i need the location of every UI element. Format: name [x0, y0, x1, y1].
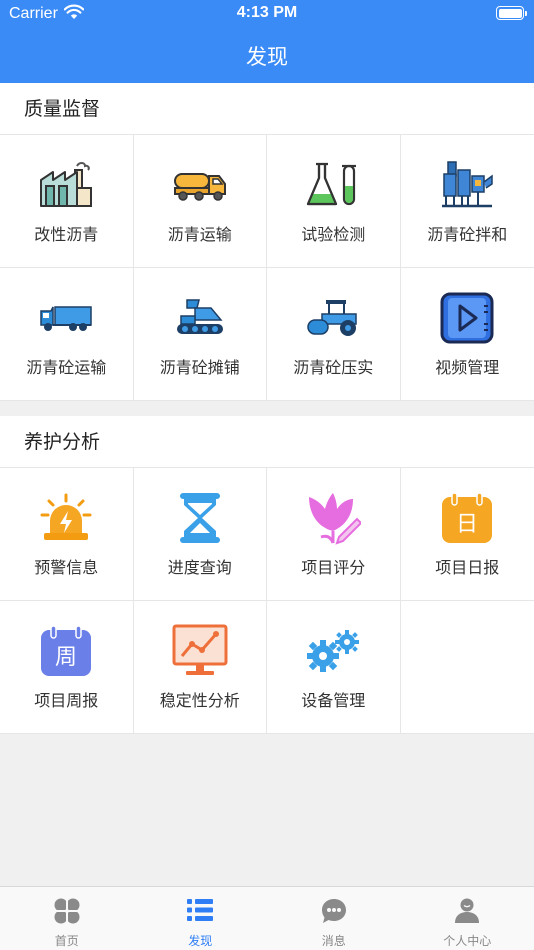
grid-item-label: 沥青砼摊铺 — [159, 358, 240, 377]
grid-item-progress-query[interactable]: 进度查询 — [133, 468, 267, 601]
grid-item-label: 项目周报 — [34, 691, 99, 710]
section-title: 养护分析 — [0, 416, 534, 468]
video-play-icon — [401, 290, 534, 346]
grid-item-project-daily[interactable]: 日 项目日报 — [400, 468, 534, 601]
mixing-plant-icon — [401, 157, 534, 213]
status-bar: Carrier 4:13 PM — [0, 0, 534, 28]
tab-label: 发现 — [188, 934, 213, 948]
tab-label: 消息 — [321, 934, 346, 948]
grid-item-project-weekly[interactable]: 周 项目周报 — [0, 601, 134, 734]
tab-bar: 首页 发现 消息 个人中心 — [0, 886, 534, 950]
grid-item-project-score[interactable]: 项目评分 — [267, 468, 401, 601]
grid-item-label: 试验检测 — [301, 225, 366, 244]
tab-home[interactable]: 首页 — [0, 887, 134, 950]
grid-item-label: 项目日报 — [435, 558, 500, 577]
grid-item-concrete-mixing[interactable]: 沥青砼拌和 — [400, 135, 534, 268]
flower-pen-icon — [267, 490, 400, 546]
calendar-glyph: 日 — [456, 512, 478, 537]
calendar-glyph: 周 — [55, 645, 77, 670]
daily-calendar-icon: 日 — [401, 490, 534, 546]
grid-item-label: 设备管理 — [301, 691, 366, 710]
grid-item-label: 沥青砼运输 — [26, 358, 107, 377]
grid-item-modified-asphalt[interactable]: 改性沥青 — [0, 135, 134, 268]
section-title: 质量监督 — [0, 83, 534, 135]
grid-item-label: 稳定性分析 — [159, 691, 240, 710]
home-grid-icon — [0, 897, 134, 925]
list-icon — [134, 897, 268, 925]
road-roller-icon — [267, 290, 400, 346]
gears-icon — [267, 623, 400, 679]
grid-item-concrete-paving[interactable]: 沥青砼摊铺 — [133, 268, 267, 401]
navigation-bar: Carrier 4:13 PM 发现 — [0, 0, 534, 83]
tab-label: 个人中心 — [443, 934, 492, 948]
monitor-chart-icon — [134, 623, 267, 679]
grid-item-label: 视频管理 — [435, 358, 500, 377]
page-title: 发现 — [246, 45, 288, 69]
tab-profile[interactable]: 个人中心 — [401, 887, 534, 950]
grid-item-label: 沥青砼压实 — [293, 358, 374, 377]
grid-item-label: 沥青砼拌和 — [427, 225, 508, 244]
quality-supervision-section: 质量监督 改性沥青 沥青运输 试验检测 沥青砼拌和 沥青砼运输 沥青砼摊铺 沥青… — [0, 83, 534, 401]
grid-item-label: 预警信息 — [34, 558, 99, 577]
tab-discover[interactable]: 发现 — [134, 887, 268, 950]
paver-icon — [134, 290, 267, 346]
alarm-light-icon — [0, 490, 133, 546]
grid-item-concrete-transport[interactable]: 沥青砼运输 — [0, 268, 134, 401]
grid-item-empty — [400, 601, 534, 734]
tab-messages[interactable]: 消息 — [267, 887, 401, 950]
dump-truck-icon — [0, 290, 133, 346]
grid-item-lab-testing[interactable]: 试验检测 — [267, 135, 401, 268]
tanker-truck-icon — [134, 157, 267, 213]
grid-item-label: 项目评分 — [301, 558, 366, 577]
clock: 4:13 PM — [236, 4, 298, 21]
person-icon — [401, 897, 534, 925]
grid-item-concrete-compaction[interactable]: 沥青砼压实 — [267, 268, 401, 401]
grid-item-stability-analysis[interactable]: 稳定性分析 — [133, 601, 267, 734]
chat-bubble-icon — [267, 897, 401, 925]
maintenance-analysis-section: 养护分析 预警信息 进度查询 项目评分 日 项目日报 周 项目周报 稳定性分析 … — [0, 416, 534, 734]
grid-item-label: 沥青运输 — [167, 225, 232, 244]
factory-icon — [0, 157, 133, 213]
lab-flask-icon — [267, 157, 400, 213]
hourglass-icon — [134, 490, 267, 546]
grid-item-video-management[interactable]: 视频管理 — [400, 268, 534, 401]
weekly-calendar-icon: 周 — [0, 623, 133, 679]
battery-icon — [496, 6, 527, 20]
grid-item-asphalt-transport[interactable]: 沥青运输 — [133, 135, 267, 268]
grid-item-equipment-management[interactable]: 设备管理 — [267, 601, 401, 734]
grid-item-label: 进度查询 — [167, 558, 232, 577]
grid-item-label: 改性沥青 — [34, 225, 99, 244]
grid-item-alert-info[interactable]: 预警信息 — [0, 468, 134, 601]
tab-label: 首页 — [54, 934, 79, 948]
